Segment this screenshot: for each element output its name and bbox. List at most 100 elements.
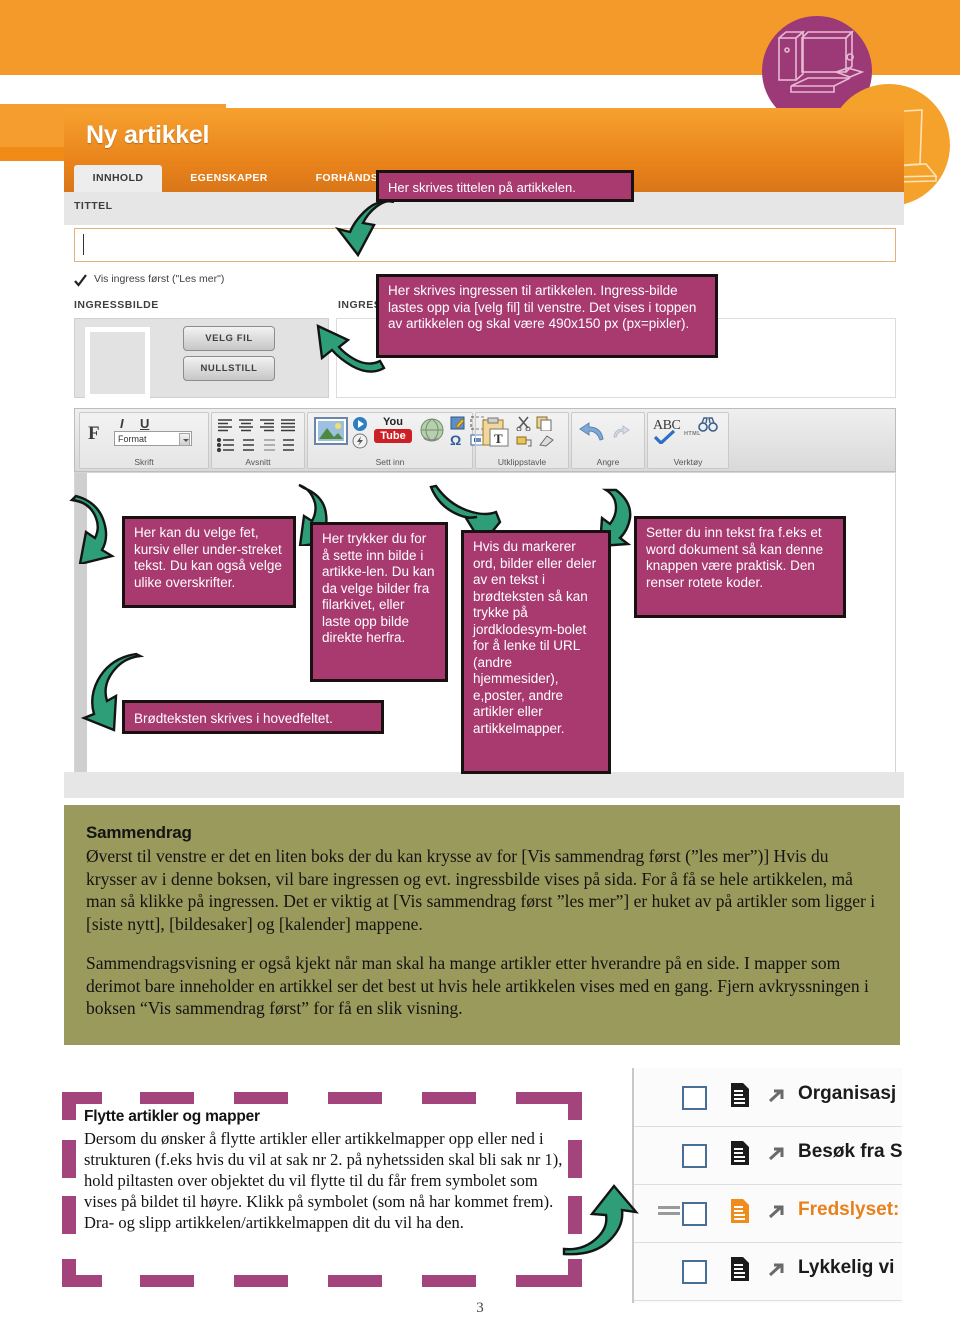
page-title: Ny artikkel <box>86 121 210 149</box>
ribbon-group-angre: Angre <box>571 412 645 469</box>
text-caret <box>83 234 84 255</box>
row-label[interactable]: Organisasj <box>798 1083 896 1105</box>
format-painter-icon[interactable] <box>516 434 533 448</box>
row-label[interactable]: Lykkelig vi <box>798 1257 894 1279</box>
cms-header: Ny artikkel <box>64 108 904 165</box>
insert-image-icon[interactable] <box>314 417 348 447</box>
row-checkbox[interactable] <box>682 1202 707 1226</box>
summary-block: Sammendrag Øverst til venstre er det en … <box>64 805 900 1045</box>
dash-segment <box>422 1275 476 1287</box>
play-media-icon[interactable] <box>352 416 368 432</box>
ribbon-group-caption: Skrift <box>134 457 154 467</box>
callout-ingress: Her skrives ingressen til artikkelen. In… <box>376 274 718 358</box>
chevron-down-icon[interactable] <box>179 433 190 446</box>
cms-footer-bar <box>64 772 904 798</box>
summary-paragraph-1: Øverst til venstre er det en liten boks … <box>86 846 876 934</box>
ingressbilde-label: INGRESSBILDE <box>74 299 159 311</box>
row-label[interactable]: Besøk fra S <box>798 1141 902 1163</box>
ribbon-group-utklippstavle: T Utklippstavle <box>475 412 569 469</box>
dash-segment <box>568 1140 582 1178</box>
format-select[interactable]: Format <box>114 431 192 446</box>
document-icon <box>730 1256 750 1282</box>
arrow-to-drag-handle <box>562 1184 639 1256</box>
undo-icon[interactable] <box>577 419 607 445</box>
callout-brodtekst: Brødteksten skrives i hovedfeltet. <box>122 700 384 734</box>
image-thumbnail-placeholder <box>85 327 150 399</box>
ribbon-group-caption: Angre <box>596 457 620 467</box>
dash-segment <box>568 1259 582 1287</box>
edit-page-icon[interactable] <box>450 416 466 431</box>
find-binoculars-icon[interactable] <box>698 417 718 433</box>
callout-skrift: Her kan du velge fet, kursiv eller under… <box>122 516 296 608</box>
ingressbilde-panel: VELG FIL NULLSTILL <box>74 318 329 399</box>
document-icon <box>730 1082 750 1108</box>
callout-tittel: Her skrives tittelen på artikkelen. <box>376 170 634 202</box>
ribbon-group-verktoy: ABC HTML Verktøy <box>647 412 729 469</box>
dash-segment <box>516 1275 570 1287</box>
dash-segment <box>62 1092 102 1104</box>
spellcheck-tick-icon[interactable] <box>654 430 680 444</box>
dash-segment <box>234 1275 288 1287</box>
dash-segment <box>516 1092 570 1104</box>
ribbon-group-skrift: F I U Format Skrift <box>79 412 209 469</box>
ribbon-group-caption: Sett inn <box>375 457 405 467</box>
tab-egenskaper[interactable]: EGENSKAPER <box>174 165 284 192</box>
document-icon-highlighted <box>730 1198 750 1224</box>
summary-heading: Sammendrag <box>86 823 192 842</box>
table-row[interactable]: Organisasj <box>634 1068 902 1127</box>
shortcut-arrow-icon <box>768 1146 786 1162</box>
tittel-label: TITTEL <box>74 200 113 212</box>
document-icon <box>730 1140 750 1166</box>
row-checkbox[interactable] <box>682 1260 707 1284</box>
dash-segment <box>62 1196 76 1234</box>
dash-segment <box>422 1092 476 1104</box>
table-row-selected[interactable]: Fredslyset: <box>634 1184 902 1243</box>
article-list-screenshot: Organisasj Besøk fra S Fredslyset: Lykke… <box>632 1068 902 1303</box>
editor-ribbon-toolbar: F I U Format Skrift Avsnitt You Tube Ω S… <box>74 408 896 472</box>
redo-icon[interactable] <box>612 423 632 441</box>
page-number: 3 <box>476 1300 484 1316</box>
vis-ingress-label: Vis ingress først ("Les mer") <box>94 273 225 285</box>
tab-innhold[interactable]: INNHOLD <box>74 165 162 192</box>
tittel-input[interactable] <box>74 228 896 262</box>
italic-icon[interactable]: I <box>120 416 124 431</box>
shortcut-arrow-icon <box>768 1204 786 1220</box>
dash-segment <box>62 1140 76 1178</box>
summary-paragraph-2: Sammendragsvisning er også kjekt når man… <box>86 953 869 1018</box>
dash-segment <box>328 1275 382 1287</box>
row-checkbox[interactable] <box>682 1086 707 1110</box>
callout-jordklode-lenke: Hvis du markerer ord, bilder eller deler… <box>461 530 611 774</box>
drag-handle-icon[interactable] <box>658 1206 680 1218</box>
ribbon-group-caption: Verktøy <box>673 457 703 467</box>
table-row[interactable]: Besøk fra S <box>634 1126 902 1185</box>
shortcut-arrow-icon <box>768 1262 786 1278</box>
bold-icon[interactable]: F <box>88 423 100 445</box>
dash-segment <box>62 1275 102 1287</box>
special-character-icon[interactable]: Ω <box>450 432 461 448</box>
youtube-icon[interactable]: You Tube <box>374 417 412 443</box>
callout-word-rens: Setter du inn tekst fra f.eks et word do… <box>634 516 846 618</box>
underline-icon[interactable]: U <box>140 416 149 431</box>
shortcut-arrow-icon <box>768 1088 786 1104</box>
nullstill-button[interactable]: NULLSTILL <box>183 356 275 381</box>
ribbon-group-settinn: You Tube Ω Sett inn <box>307 412 485 469</box>
move-heading: Flytte artikler og mapper <box>84 1108 260 1125</box>
copy-icon[interactable] <box>536 416 553 431</box>
list-icons[interactable] <box>217 437 299 453</box>
eraser-icon[interactable] <box>538 434 555 448</box>
dash-segment <box>234 1092 288 1104</box>
row-checkbox[interactable] <box>682 1144 707 1168</box>
svg-text:T: T <box>494 431 503 446</box>
velg-fil-button[interactable]: VELG FIL <box>183 326 275 351</box>
row-label[interactable]: Fredslyset: <box>798 1199 899 1221</box>
dash-segment <box>140 1275 194 1287</box>
align-icons[interactable] <box>217 418 299 434</box>
vis-ingress-checkbox[interactable] <box>74 274 87 287</box>
dash-segment <box>568 1092 582 1120</box>
move-paragraph: Dersom du ønsker å flytte artikler eller… <box>84 1129 563 1232</box>
cut-icon[interactable] <box>516 416 532 431</box>
paste-icon[interactable]: T <box>482 417 512 449</box>
globe-link-icon[interactable] <box>418 417 446 445</box>
flash-icon[interactable] <box>352 433 368 449</box>
table-row[interactable]: Lykkelig vi <box>634 1242 902 1301</box>
